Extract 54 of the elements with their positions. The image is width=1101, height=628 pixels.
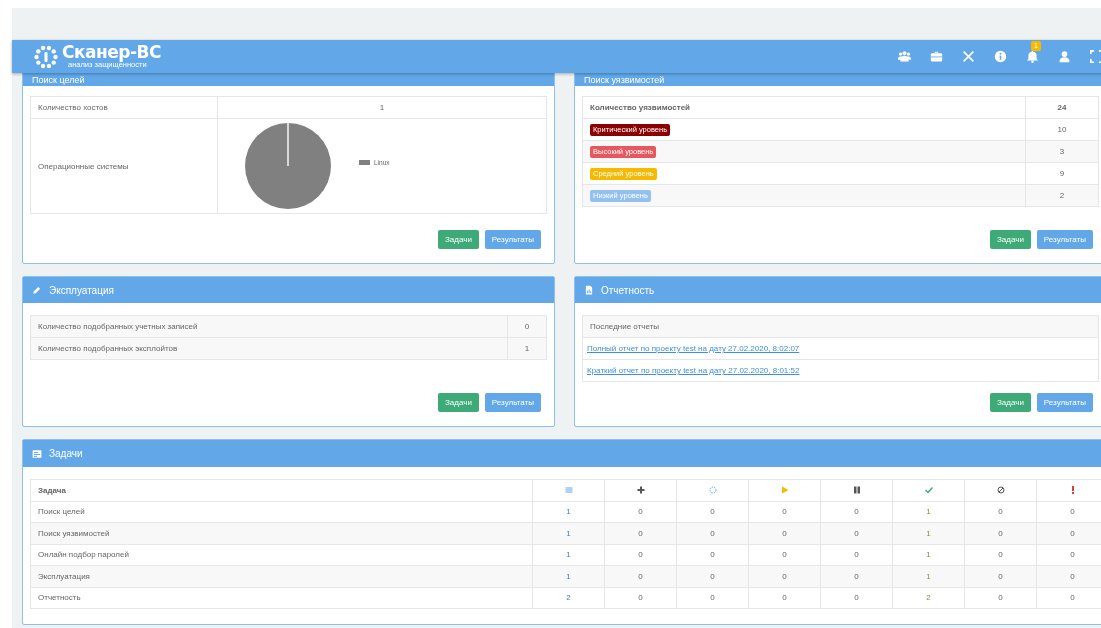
table-cell: Эксплуатация — [30, 565, 533, 587]
table-cell: 0 — [964, 587, 1037, 609]
report-link[interactable]: Полный отчет по проекту test на дату 27.02.2020, 8:02:07 — [587, 344, 800, 353]
table-cell: Онлайн подбор паролей — [30, 544, 533, 566]
table-cell: Поиск уязвимостей — [30, 522, 533, 544]
tasks-button[interactable]: Задачи — [438, 230, 479, 249]
results-button[interactable]: Результаты — [484, 230, 541, 249]
table-cell: 1 — [892, 544, 965, 566]
table-cell: 1 — [217, 96, 547, 119]
table-cell: Поиск целей — [30, 501, 533, 523]
table-cell: Операционные системы — [30, 118, 218, 214]
tasks-button[interactable]: Задачи — [990, 230, 1031, 249]
results-button[interactable]: Результаты — [1036, 393, 1093, 412]
results-button[interactable]: Результаты — [484, 393, 541, 412]
table-cell: 0 — [604, 587, 677, 609]
logo-title: Сканер-ВС — [62, 44, 161, 62]
table-cell: Отчетность — [30, 587, 533, 609]
table-cell: 0 — [964, 544, 1037, 566]
table-cell: 10 — [1025, 118, 1099, 141]
table-cell: 0 — [820, 501, 893, 523]
table-cell: 0 — [604, 544, 677, 566]
table-cell: Количество хостов — [30, 96, 218, 119]
table-cell: 0 — [676, 587, 749, 609]
table-cell: 0 — [820, 544, 893, 566]
table-header-cell: Количество уязвимостей — [582, 96, 1026, 119]
results-button[interactable]: Результаты — [1036, 230, 1093, 249]
table-cell: Количество подобранных эксплойтов — [30, 337, 508, 360]
table-cell: 2 — [892, 587, 965, 609]
table-cell: 0 — [748, 587, 821, 609]
table-cell: 1 — [532, 501, 605, 523]
table-header-cell: Задача — [30, 479, 533, 501]
table-header-cell: Последние отчеты — [582, 315, 1099, 338]
table-cell: 0 — [676, 501, 749, 523]
table-cell: 0 — [748, 501, 821, 523]
panel-title: Поиск целей — [32, 75, 85, 85]
tasks-button[interactable]: Задачи — [990, 393, 1031, 412]
table-cell: 2 — [532, 587, 605, 609]
panel-title: Задачи — [49, 448, 83, 459]
table-cell: 1 — [532, 544, 605, 566]
table-cell: 0 — [748, 544, 821, 566]
tasks-button[interactable]: Задачи — [438, 393, 479, 412]
table-cell: 0 — [676, 544, 749, 566]
panel-title: Поиск уязвимостей — [584, 75, 665, 85]
table-cell: 9 — [1025, 162, 1099, 185]
table-cell: 0 — [964, 501, 1037, 523]
table-header-cell: 24 — [1025, 96, 1099, 119]
report-link[interactable]: Краткий отчет по проекту test на дату 27.02.2020, 8:01:52 — [587, 366, 800, 375]
panel-title: Эксплуатация — [49, 284, 114, 296]
table-cell: 0 — [507, 315, 547, 338]
table-cell: 1 — [892, 501, 965, 523]
table-cell: 0 — [604, 501, 677, 523]
table-cell: 0 — [820, 587, 893, 609]
panel-title: Отчетность — [601, 284, 655, 296]
table-cell: Количество подобранных учетных записей — [30, 315, 508, 338]
